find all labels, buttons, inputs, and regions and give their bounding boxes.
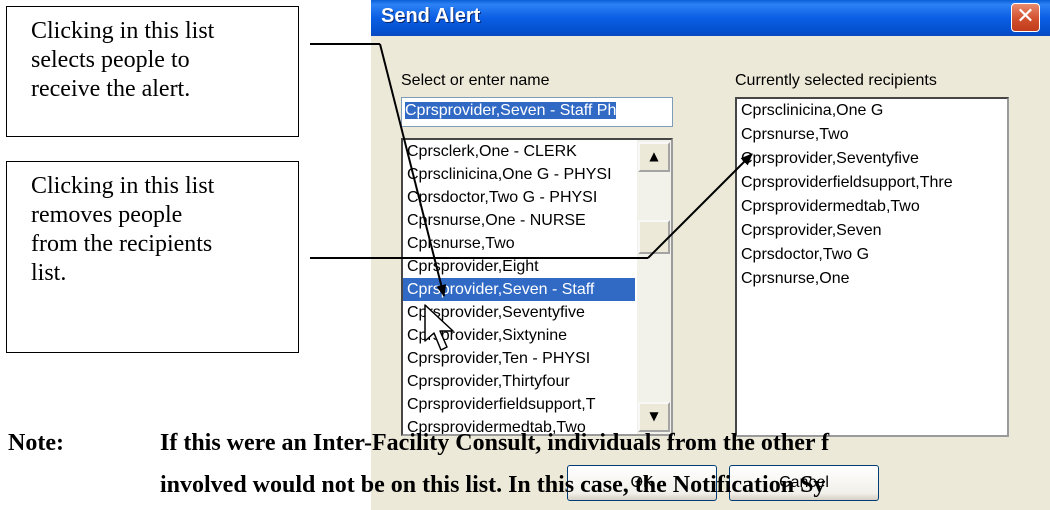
callout-line: removes people xyxy=(31,202,183,228)
callout-line: Clicking in this list xyxy=(31,173,215,199)
names-scrollbar[interactable]: ▲ ▼ xyxy=(637,140,671,434)
scroll-up-icon[interactable]: ▲ xyxy=(638,142,670,172)
callout-line: Clicking in this list xyxy=(31,18,215,44)
name-input[interactable]: Cprsprovider,Seven - Staff Ph xyxy=(401,97,673,127)
list-item[interactable]: Cprsdoctor,Two G - PHYSI xyxy=(403,186,635,209)
select-name-label: Select or enter name xyxy=(401,72,550,89)
list-item[interactable]: Cprsclinicina,One G - PHYSI xyxy=(403,163,635,186)
callout-line: selects people to xyxy=(31,47,190,73)
list-item[interactable]: Cprsclerk,One - CLERK xyxy=(403,140,635,163)
recipient-item[interactable]: Cprsdoctor,Two G xyxy=(737,243,1007,267)
recipient-item[interactable]: Cprsclinicina,One G xyxy=(737,99,1007,123)
name-input-value: Cprsprovider,Seven - Staff Ph xyxy=(405,102,617,119)
scroll-down-icon[interactable]: ▼ xyxy=(638,402,670,432)
note-text-line: involved would not be on this list. In t… xyxy=(160,472,826,498)
list-item[interactable]: Cprsnurse,Two xyxy=(403,232,635,255)
recipients-list[interactable]: Cprsclinicina,One G Cprsnurse,Two Cprspr… xyxy=(735,97,1009,437)
close-icon[interactable]: ✕ xyxy=(1011,3,1040,32)
recipient-item[interactable]: Cprsprovidermedtab,Two xyxy=(737,195,1007,219)
names-list[interactable]: Cprsclerk,One - CLERK Cprsclinicina,One … xyxy=(401,138,673,436)
list-item[interactable]: Cprsprovider,Thirtyfour xyxy=(403,370,635,393)
title-bar[interactable]: Send Alert ✕ xyxy=(371,0,1050,36)
recipient-item[interactable]: Cprsproviderfieldsupport,Thre xyxy=(737,171,1007,195)
callout-line: receive the alert. xyxy=(31,76,191,102)
callout-select-people: Clicking in this list selects people to … xyxy=(6,6,299,137)
callout-line: from the recipients xyxy=(31,231,213,257)
list-item[interactable]: Cprsnurse,One - NURSE xyxy=(403,209,635,232)
mouse-pointer-icon xyxy=(424,304,454,351)
note-text-line: If this were an Inter-Facility Consult, … xyxy=(160,430,830,456)
recipient-item[interactable]: Cprsnurse,Two xyxy=(737,123,1007,147)
recipient-item[interactable]: Cprsnurse,One xyxy=(737,267,1007,291)
recipient-item[interactable]: Cprsprovider,Seventyfive xyxy=(737,147,1007,171)
list-item[interactable]: Cprsprovider,Eight xyxy=(403,255,635,278)
recipient-item[interactable]: Cprsprovider,Seven xyxy=(737,219,1007,243)
scroll-thumb[interactable] xyxy=(638,220,670,254)
note-label: Note: xyxy=(8,430,64,456)
callout-line: list. xyxy=(31,260,67,286)
current-recipients-label: Currently selected recipients xyxy=(735,72,937,89)
callout-remove-people: Clicking in this list removes people fro… xyxy=(6,161,299,353)
dialog-title: Send Alert xyxy=(381,5,481,27)
list-item[interactable]: Cprsproviderfieldsupport,T xyxy=(403,393,635,416)
list-item-selected[interactable]: Cprsprovider,Seven - Staff xyxy=(403,278,635,301)
